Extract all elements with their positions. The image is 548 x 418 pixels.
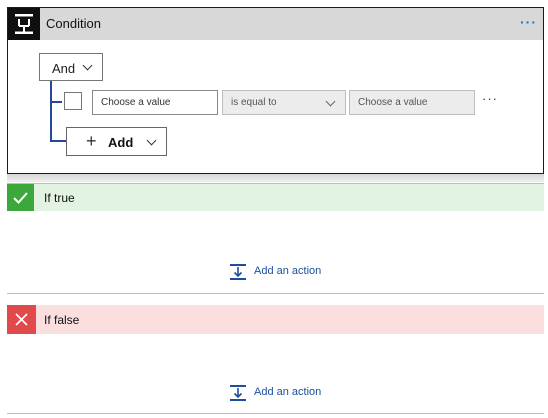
group-operator-label: And (52, 61, 76, 76)
card-shadow (7, 174, 544, 182)
if-true-header[interactable]: If true (7, 184, 544, 211)
chevron-down-icon (146, 135, 157, 146)
add-action-label: Add an action (254, 265, 322, 277)
condition-more-button[interactable]: ··· (520, 14, 537, 30)
row-checkbox[interactable] (64, 92, 82, 110)
row-more-button[interactable]: ··· (482, 91, 498, 106)
tree-connector (50, 81, 52, 142)
if-false-label: If false (44, 313, 80, 327)
condition-card: Condition ··· And Choose a value is equa… (7, 7, 544, 174)
operator-label: is equal to (231, 97, 277, 108)
condition-title: Condition (46, 16, 101, 31)
group-operator-dropdown[interactable]: And (39, 53, 103, 81)
condition-header[interactable]: Condition ··· (8, 8, 543, 40)
divider (7, 293, 544, 294)
left-value-input[interactable]: Choose a value (92, 90, 218, 115)
close-icon (7, 305, 36, 334)
condition-icon (8, 8, 40, 40)
chevron-down-icon (82, 60, 93, 71)
add-action-icon (229, 384, 247, 402)
if-true-label: If true (44, 191, 75, 205)
right-value-input[interactable]: Choose a value (349, 90, 475, 115)
add-button[interactable]: + Add (66, 127, 167, 156)
divider (7, 413, 544, 414)
add-action-icon (229, 263, 247, 281)
chevron-down-icon (325, 96, 336, 107)
if-false-add-action[interactable]: Add an action (229, 384, 339, 404)
add-action-label: Add an action (254, 386, 322, 398)
checkmark-icon (7, 184, 34, 211)
if-true-add-action[interactable]: Add an action (229, 263, 339, 283)
operator-dropdown[interactable]: is equal to (222, 90, 346, 115)
plus-icon: + (86, 131, 97, 151)
tree-connector (50, 101, 62, 103)
if-false-header[interactable]: If false (7, 305, 544, 334)
add-button-label: Add (108, 135, 134, 150)
